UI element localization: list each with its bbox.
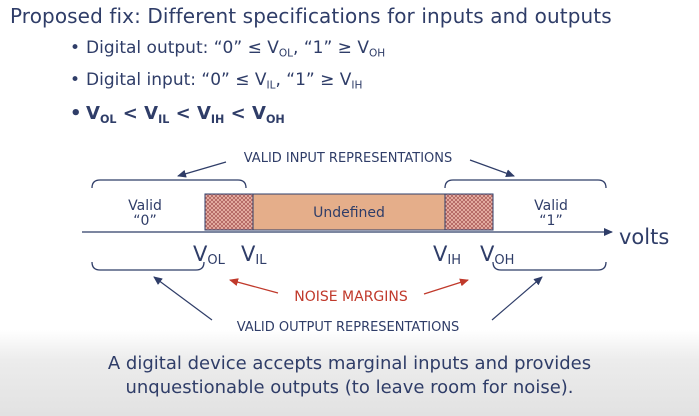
brace-valid-output-0 <box>91 261 205 271</box>
noise-margin-high <box>444 193 494 231</box>
valid-output-arrow-right <box>491 276 543 321</box>
noise-arrow-left <box>229 278 279 294</box>
noise-arrow-right <box>423 278 469 295</box>
valid-0-label-line2: “0” <box>133 213 156 229</box>
v-il-label: VIL <box>241 242 267 268</box>
footer-line-2: unquestionable outputs (to leave room fo… <box>125 377 574 398</box>
volts-label: volts <box>619 225 669 249</box>
v-oh-label: VOH <box>480 242 514 268</box>
footer-caption: A digital device accepts marginal inputs… <box>0 352 699 400</box>
noise-margin-low <box>204 193 254 231</box>
valid-output-arrow-left <box>153 276 213 321</box>
brace-valid-input-0 <box>91 179 247 189</box>
noise-margins-label: NOISE MARGINS <box>294 289 408 305</box>
valid-input-label: VALID INPUT REPRESENTATIONS <box>244 151 452 166</box>
valid-input-arrow-left <box>177 161 227 178</box>
footer-line-1: A digital device accepts marginal inputs… <box>107 353 592 374</box>
valid-output-label: VALID OUTPUT REPRESENTATIONS <box>237 320 460 335</box>
brace-valid-input-1 <box>444 179 607 189</box>
valid-1-label-line1: Valid <box>534 198 568 214</box>
v-ih-label: VIH <box>433 242 461 268</box>
valid-input-arrow-right <box>469 159 515 178</box>
valid-0-label-line1: Valid <box>128 198 162 214</box>
valid-1-label-line2: “1” <box>539 213 562 229</box>
v-ol-label: VOL <box>193 242 226 268</box>
undefined-label: Undefined <box>313 205 385 221</box>
